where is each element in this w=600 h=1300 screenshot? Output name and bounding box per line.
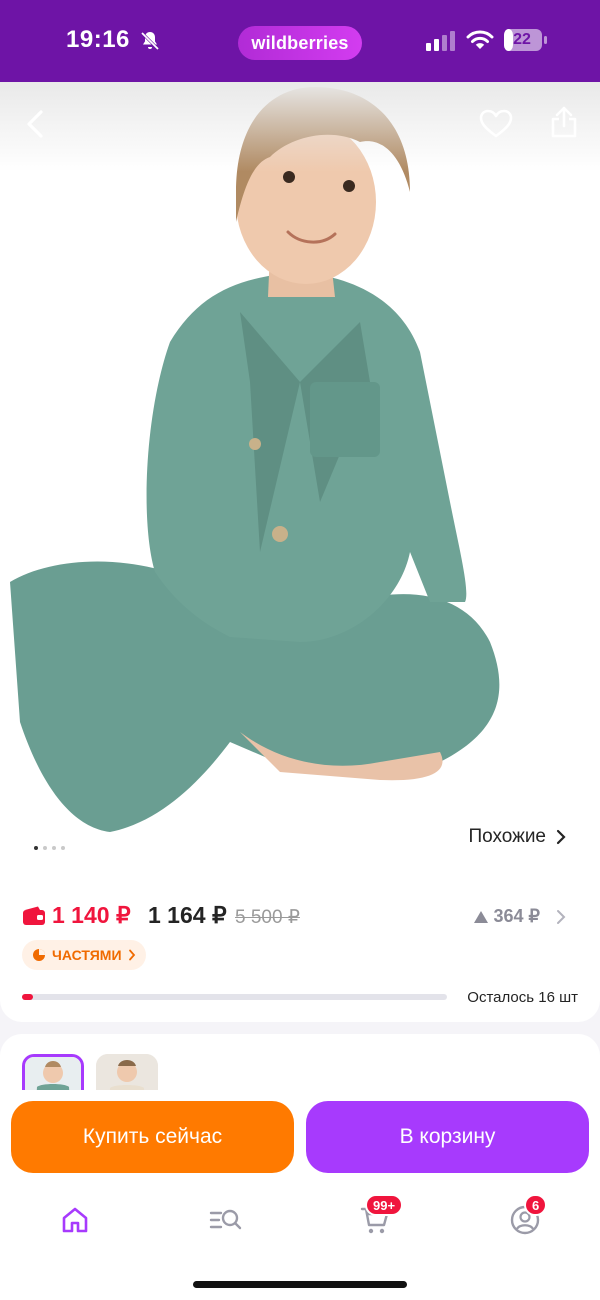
wallet-price: 1 140 ₽ bbox=[52, 902, 131, 928]
brand-logo: wildberries bbox=[238, 26, 362, 60]
home-icon bbox=[62, 1207, 88, 1233]
pagination-dot bbox=[52, 846, 56, 850]
share-icon bbox=[551, 106, 577, 138]
product-photo[interactable] bbox=[0, 82, 600, 842]
installment-badge[interactable]: ЧАСТЯМИ bbox=[22, 940, 146, 970]
action-bar: Купить сейчас В корзину bbox=[0, 1090, 600, 1182]
favorite-button[interactable] bbox=[474, 102, 518, 146]
stock-progress bbox=[22, 994, 447, 1000]
tab-home[interactable] bbox=[55, 1200, 95, 1240]
product-gallery[interactable]: Похожие bbox=[0, 82, 600, 872]
price-delta-value: 364 ₽ bbox=[493, 906, 541, 926]
chevron-right-icon bbox=[128, 949, 135, 961]
pagination-dot bbox=[43, 846, 47, 850]
cart-badge: 99+ bbox=[365, 1194, 404, 1216]
stock-progress-fill bbox=[22, 994, 33, 1000]
profile-badge: 6 bbox=[524, 1194, 548, 1216]
stock-remaining: Осталось 16 шт bbox=[467, 989, 578, 1006]
share-button[interactable] bbox=[542, 100, 586, 144]
home-indicator bbox=[193, 1281, 407, 1288]
tab-catalog[interactable] bbox=[205, 1200, 245, 1240]
add-to-cart-button[interactable]: В корзину bbox=[306, 1101, 589, 1173]
chevron-right-icon bbox=[557, 909, 566, 924]
pagination-dot bbox=[34, 846, 38, 850]
battery-level: 22 bbox=[513, 31, 531, 48]
heart-icon bbox=[479, 109, 513, 138]
pie-icon bbox=[33, 949, 45, 961]
current-price: 1 164 ₽ bbox=[148, 902, 227, 928]
catalog-search-icon bbox=[209, 1209, 242, 1230]
similar-products-link[interactable]: Похожие bbox=[468, 826, 566, 848]
back-button[interactable] bbox=[14, 102, 58, 146]
wallet-icon bbox=[23, 906, 45, 925]
wifi-icon bbox=[466, 30, 494, 49]
price-card: 1 140 ₽ 1 164 ₽ 5 500 ₽ 364 ₽ ЧАСТЯМИ Ос… bbox=[0, 872, 600, 1022]
bell-off-icon bbox=[140, 31, 160, 51]
similar-label: Похожие bbox=[468, 826, 546, 847]
price-up-icon bbox=[473, 910, 488, 923]
chevron-right-icon bbox=[556, 829, 566, 845]
gallery-pagination bbox=[34, 846, 65, 850]
price-history-link[interactable]: 364 ₽ bbox=[473, 906, 567, 927]
pagination-dot bbox=[61, 846, 65, 850]
installment-label: ЧАСТЯМИ bbox=[52, 947, 122, 963]
buy-now-button[interactable]: Купить сейчас bbox=[11, 1101, 294, 1173]
back-icon bbox=[27, 110, 43, 138]
old-price: 5 500 ₽ bbox=[235, 907, 300, 928]
status-bar: 19:16 wildberries 22 bbox=[0, 0, 600, 82]
status-time: 19:16 bbox=[66, 26, 130, 53]
signal-icon bbox=[426, 31, 455, 51]
